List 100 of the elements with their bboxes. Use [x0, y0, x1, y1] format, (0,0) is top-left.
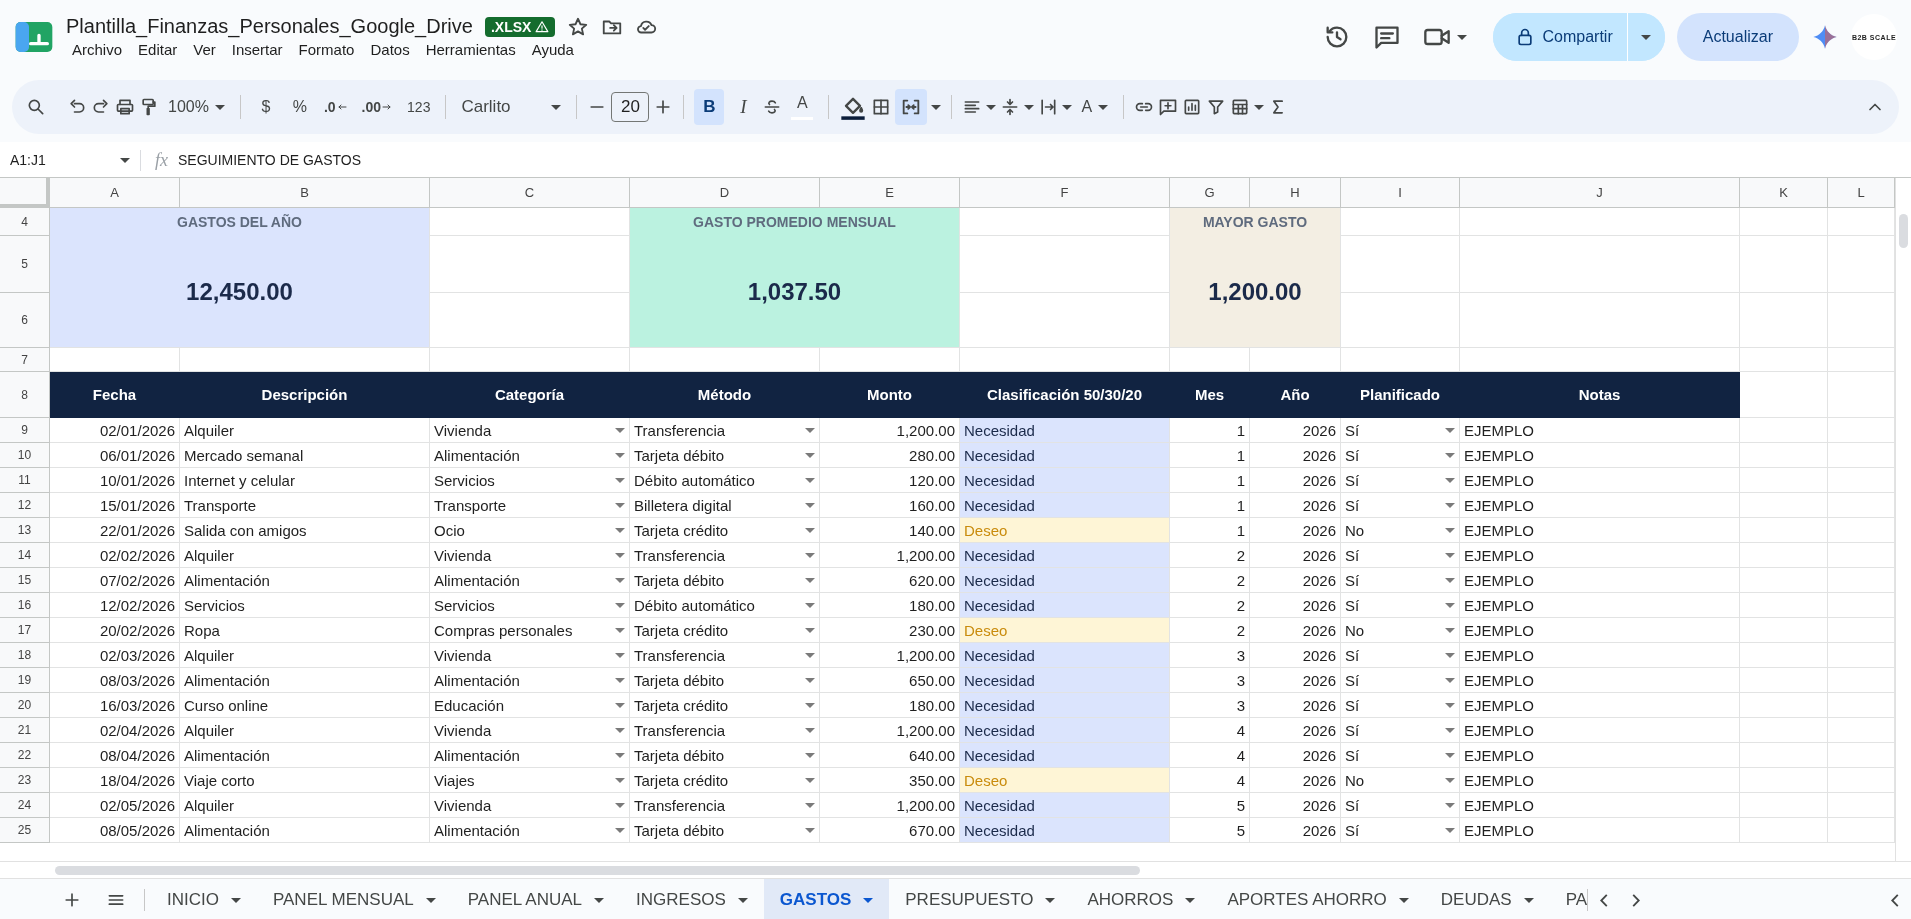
- dropdown-cell[interactable]: Sí: [1341, 443, 1460, 468]
- paint-format-icon[interactable]: [139, 97, 159, 117]
- row-header[interactable]: 5: [0, 236, 50, 293]
- dropdown-cell[interactable]: Débito automático: [630, 593, 820, 618]
- print-icon[interactable]: [115, 97, 135, 117]
- row-header[interactable]: 7: [0, 348, 50, 372]
- column-header[interactable]: J: [1460, 178, 1740, 208]
- dropdown-arrow-icon[interactable]: [615, 602, 625, 608]
- empty-cell[interactable]: [1740, 793, 1828, 818]
- dropdown-cell[interactable]: Transporte: [430, 493, 630, 518]
- dropdown-cell[interactable]: Alimentación: [430, 443, 630, 468]
- empty-cell[interactable]: [1341, 293, 1460, 348]
- dropdown-cell[interactable]: Débito automático: [630, 468, 820, 493]
- caret-icon[interactable]: [986, 104, 997, 110]
- sheet-tab[interactable]: AHORROS: [1071, 879, 1212, 919]
- caret-icon[interactable]: [1024, 104, 1035, 110]
- dropdown-cell[interactable]: Vivienda: [430, 643, 630, 668]
- dropdown-cell[interactable]: Servicios: [430, 593, 630, 618]
- text-wrap-icon[interactable]: [1038, 97, 1059, 117]
- dropdown-arrow-icon[interactable]: [1445, 627, 1455, 633]
- empty-cell[interactable]: [1740, 768, 1828, 793]
- dropdown-arrow-icon[interactable]: [805, 802, 815, 808]
- dropdown-cell[interactable]: Tarjeta débito: [630, 818, 820, 843]
- font-size-field[interactable]: 20: [611, 92, 650, 122]
- menu-item[interactable]: Datos: [364, 40, 416, 59]
- dropdown-cell[interactable]: Educación: [430, 693, 630, 718]
- dropdown-cell[interactable]: Tarjeta crédito: [630, 618, 820, 643]
- name-box[interactable]: A1:J1: [0, 152, 140, 168]
- dropdown-arrow-icon[interactable]: [615, 702, 625, 708]
- empty-cell[interactable]: [1740, 518, 1828, 543]
- borders-icon[interactable]: [871, 97, 892, 117]
- dropdown-arrow-icon[interactable]: [805, 602, 815, 608]
- dropdown-arrow-icon[interactable]: [615, 427, 625, 433]
- dropdown-arrow-icon[interactable]: [805, 777, 815, 783]
- empty-cell[interactable]: [1740, 348, 1828, 372]
- empty-cell[interactable]: [1740, 568, 1828, 593]
- dropdown-arrow-icon[interactable]: [805, 477, 815, 483]
- empty-cell[interactable]: [1740, 468, 1828, 493]
- empty-cell[interactable]: [1740, 743, 1828, 768]
- row-header[interactable]: 23: [0, 768, 50, 793]
- italic-button[interactable]: I: [728, 89, 759, 125]
- empty-cell[interactable]: [1740, 668, 1828, 693]
- row-header[interactable]: 4: [0, 208, 50, 236]
- currency-button[interactable]: $: [250, 89, 281, 125]
- dropdown-cell[interactable]: Tarjeta crédito: [630, 693, 820, 718]
- menu-item[interactable]: Ver: [187, 40, 222, 59]
- menu-item[interactable]: Insertar: [225, 40, 289, 59]
- dropdown-cell[interactable]: Sí: [1341, 418, 1460, 443]
- dropdown-arrow-icon[interactable]: [1445, 777, 1455, 783]
- dropdown-cell[interactable]: Transferencia: [630, 543, 820, 568]
- row-header[interactable]: 8: [0, 372, 50, 418]
- dropdown-arrow-icon[interactable]: [805, 752, 815, 758]
- number-format-button[interactable]: 123: [402, 89, 436, 125]
- row-header[interactable]: 18: [0, 643, 50, 668]
- dropdown-arrow-icon[interactable]: [615, 552, 625, 558]
- dropdown-arrow-icon[interactable]: [1445, 752, 1455, 758]
- dropdown-arrow-icon[interactable]: [615, 777, 625, 783]
- dropdown-arrow-icon[interactable]: [1445, 577, 1455, 583]
- row-header[interactable]: 15: [0, 568, 50, 593]
- dropdown-arrow-icon[interactable]: [1445, 652, 1455, 658]
- column-header[interactable]: A: [50, 178, 180, 208]
- chart-icon[interactable]: [1182, 97, 1203, 117]
- row-header[interactable]: 17: [0, 618, 50, 643]
- dropdown-cell[interactable]: Sí: [1341, 718, 1460, 743]
- dropdown-arrow-icon[interactable]: [1445, 502, 1455, 508]
- sheet-tab[interactable]: INICIO: [151, 879, 257, 919]
- empty-cell[interactable]: [1740, 643, 1828, 668]
- dropdown-arrow-icon[interactable]: [615, 577, 625, 583]
- update-button[interactable]: Actualizar: [1676, 13, 1799, 61]
- caret-icon[interactable]: [931, 104, 942, 110]
- text-rotation-button[interactable]: A: [1076, 89, 1114, 125]
- dropdown-cell[interactable]: Transferencia: [630, 793, 820, 818]
- dropdown-arrow-icon[interactable]: [615, 727, 625, 733]
- empty-cell[interactable]: [1740, 818, 1828, 843]
- dropdown-cell[interactable]: Compras personales: [430, 618, 630, 643]
- column-header[interactable]: C: [430, 178, 630, 208]
- dropdown-cell[interactable]: Billetera digital: [630, 493, 820, 518]
- text-color-button[interactable]: A: [786, 89, 819, 125]
- dropdown-arrow-icon[interactable]: [1445, 727, 1455, 733]
- table-icon[interactable]: [1230, 97, 1251, 117]
- dropdown-arrow-icon[interactable]: [805, 552, 815, 558]
- dropdown-arrow-icon[interactable]: [1445, 477, 1455, 483]
- dropdown-cell[interactable]: Tarjeta débito: [630, 668, 820, 693]
- dropdown-arrow-icon[interactable]: [1445, 702, 1455, 708]
- dropdown-cell[interactable]: Sí: [1341, 743, 1460, 768]
- row-header[interactable]: 24: [0, 793, 50, 818]
- dropdown-arrow-icon[interactable]: [1445, 802, 1455, 808]
- dropdown-cell[interactable]: Tarjeta débito: [630, 443, 820, 468]
- empty-cell[interactable]: [1460, 208, 1740, 236]
- row-header[interactable]: 22: [0, 743, 50, 768]
- dropdown-cell[interactable]: Sí: [1341, 468, 1460, 493]
- row-header[interactable]: 21: [0, 718, 50, 743]
- row-header[interactable]: 20: [0, 693, 50, 718]
- column-header[interactable]: G: [1170, 178, 1250, 208]
- empty-cell[interactable]: [1740, 618, 1828, 643]
- dropdown-arrow-icon[interactable]: [805, 677, 815, 683]
- empty-cell[interactable]: [1740, 236, 1828, 293]
- column-header[interactable]: L: [1828, 178, 1895, 208]
- dropdown-cell[interactable]: Alimentación: [430, 568, 630, 593]
- merge-cells-button[interactable]: [895, 89, 928, 125]
